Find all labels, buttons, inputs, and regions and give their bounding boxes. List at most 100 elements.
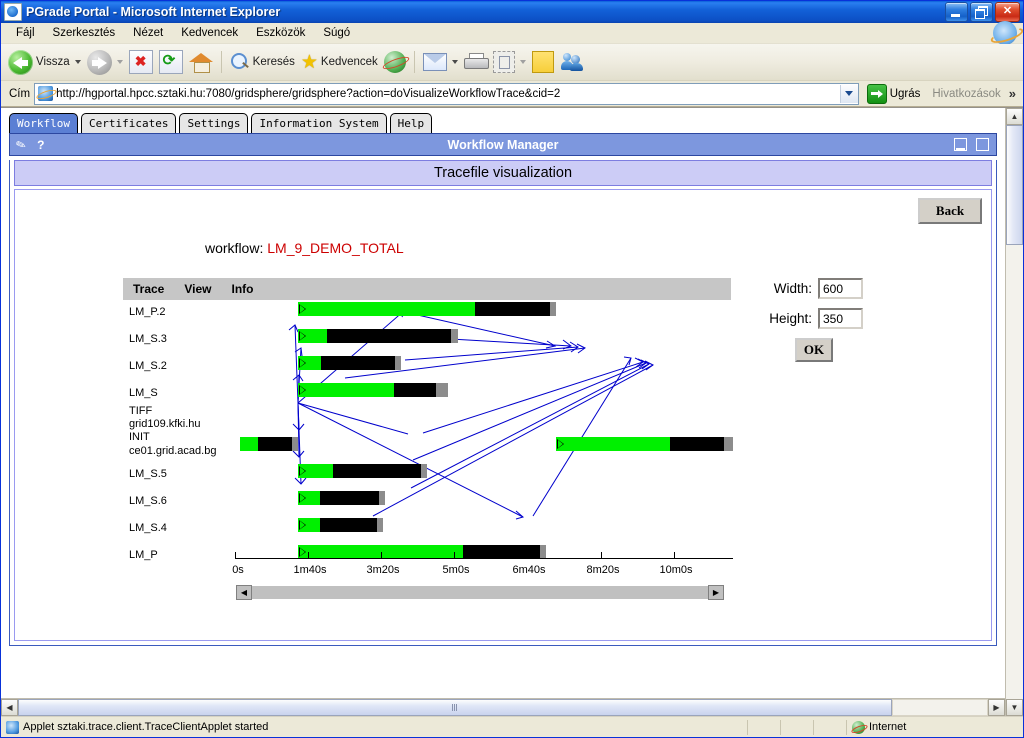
search-icon bbox=[230, 52, 250, 72]
page-vertical-scrollbar[interactable]: ▲ ▼ bbox=[1005, 108, 1023, 716]
page-horizontal-scrollbar[interactable]: ◀ ▶ bbox=[1, 698, 1005, 716]
refresh-button[interactable]: ⟳ bbox=[156, 47, 186, 77]
task-bar-lm-s-3[interactable] bbox=[298, 329, 458, 343]
applet-menu-view[interactable]: View bbox=[174, 282, 221, 296]
back-icon bbox=[8, 49, 33, 75]
task-bar-lm-s-6[interactable] bbox=[298, 491, 385, 505]
page-hscroll-thumb[interactable] bbox=[18, 699, 892, 716]
menu-item-tools[interactable]: Eszközök bbox=[247, 25, 314, 41]
window-controls: ✕ bbox=[945, 2, 1020, 22]
restore-button[interactable] bbox=[970, 2, 993, 22]
history-icon bbox=[383, 51, 406, 73]
applet-horizontal-scrollbar[interactable]: ◀ ▶ bbox=[235, 585, 725, 600]
axis-label-5: 8m20s bbox=[586, 564, 620, 576]
home-icon bbox=[188, 51, 213, 73]
ok-button[interactable]: OK bbox=[795, 338, 833, 362]
favorites-button[interactable]: ★ Kedvencek bbox=[298, 47, 381, 77]
resize-grip-icon[interactable] bbox=[1007, 720, 1023, 734]
page-icon bbox=[38, 86, 54, 101]
axis-label-0: 0s bbox=[232, 564, 244, 576]
menu-item-view[interactable]: Nézet bbox=[124, 25, 172, 41]
address-dropdown-button[interactable] bbox=[839, 84, 858, 103]
notes-button[interactable] bbox=[529, 47, 557, 77]
mail-button[interactable] bbox=[420, 47, 461, 77]
page-scroll-left-button[interactable]: ◀ bbox=[1, 699, 18, 716]
tab-settings[interactable]: Settings bbox=[179, 113, 249, 133]
portlet-header: ✎ ? Workflow Manager bbox=[9, 133, 997, 156]
row-label-init-host: ce01.grid.acad.bg bbox=[129, 445, 217, 457]
applet-menu-info[interactable]: Info bbox=[222, 282, 264, 296]
scroll-left-button[interactable]: ◀ bbox=[236, 585, 252, 600]
task-bar-lm-p[interactable] bbox=[298, 545, 546, 559]
history-button[interactable] bbox=[381, 47, 409, 77]
task-bar-lm-s-2[interactable] bbox=[298, 356, 401, 370]
ie-logo-icon bbox=[993, 21, 1017, 45]
task-bar-lm-s[interactable] bbox=[298, 383, 448, 397]
minimize-button[interactable] bbox=[945, 2, 968, 22]
task-bar-lm-p-2[interactable] bbox=[298, 302, 556, 316]
menu-item-file[interactable]: Fájl bbox=[7, 25, 44, 41]
gantt-chart: LM_P.2 LM_S.3 LM_S.2 LM_S TIFF grid109.k… bbox=[123, 300, 733, 623]
print-button[interactable] bbox=[461, 47, 490, 77]
trace-applet: Trace View Info LM_P.2 LM_S.3 LM_S.2 LM_… bbox=[123, 278, 733, 623]
address-input[interactable]: http://hgportal.hpcc.sztaki.hu:7080/grid… bbox=[34, 82, 859, 105]
forward-button[interactable] bbox=[84, 47, 126, 77]
messenger-button[interactable] bbox=[557, 47, 587, 77]
edit-button[interactable] bbox=[490, 47, 529, 77]
task-bar-lm-s-4[interactable] bbox=[298, 518, 383, 532]
width-input[interactable]: 600 bbox=[818, 278, 863, 299]
portlet-minimize-icon[interactable] bbox=[954, 138, 967, 151]
chevron-down-icon-mail[interactable] bbox=[451, 60, 458, 64]
axis-tick-3 bbox=[454, 552, 455, 559]
back-button[interactable]: Vissza bbox=[5, 47, 84, 77]
applet-menu-trace[interactable]: Trace bbox=[123, 282, 174, 296]
chevron-down-icon-forward[interactable] bbox=[116, 60, 123, 64]
go-arrow-icon bbox=[866, 83, 887, 104]
toolbar-divider bbox=[220, 51, 222, 73]
menu-item-help[interactable]: Súgó bbox=[314, 25, 359, 41]
menu-item-favorites[interactable]: Kedvencek bbox=[172, 25, 247, 41]
page-hscroll-track[interactable] bbox=[892, 699, 988, 716]
page-scroll-up-button[interactable]: ▲ bbox=[1006, 108, 1023, 125]
go-button[interactable]: Ugrás bbox=[863, 83, 925, 104]
portlet-window-buttons bbox=[954, 138, 989, 151]
stop-button[interactable]: ✖ bbox=[126, 47, 156, 77]
row-label-lm-s-3: LM_S.3 bbox=[129, 333, 167, 345]
axis-label-6: 10m0s bbox=[659, 564, 693, 576]
task-bar-lm-s-5[interactable] bbox=[298, 464, 427, 478]
height-input[interactable]: 350 bbox=[818, 308, 863, 329]
back-button-portal[interactable]: Back bbox=[918, 198, 982, 224]
stop-icon: ✖ bbox=[128, 50, 153, 74]
tab-information-system[interactable]: Information System bbox=[251, 113, 387, 133]
portlet-maximize-icon[interactable] bbox=[976, 138, 989, 151]
page-vscroll-track[interactable] bbox=[1006, 245, 1023, 699]
tab-workflow[interactable]: Workflow bbox=[9, 113, 78, 133]
menu-bar: Fájl Szerkesztés Nézet Kedvencek Eszközö… bbox=[1, 21, 1023, 45]
links-label[interactable]: Hivatkozások bbox=[928, 88, 1004, 100]
home-button[interactable] bbox=[186, 47, 216, 77]
toolbar-overflow-chevron-icon[interactable]: » bbox=[1009, 86, 1020, 101]
page-vscroll-thumb[interactable] bbox=[1006, 125, 1023, 245]
scroll-right-button[interactable]: ▶ bbox=[708, 585, 724, 600]
axis-tick-4 bbox=[527, 552, 528, 559]
tab-certificates[interactable]: Certificates bbox=[80, 113, 177, 133]
tab-help[interactable]: Help bbox=[389, 113, 433, 133]
forward-icon bbox=[86, 49, 112, 75]
search-button[interactable]: Keresés bbox=[227, 47, 298, 77]
page-scroll-down-button[interactable]: ▼ bbox=[1006, 699, 1023, 716]
chevron-down-icon-edit[interactable] bbox=[519, 60, 526, 64]
search-button-label: Keresés bbox=[252, 56, 295, 68]
window-title: PGrade Portal - Microsoft Internet Explo… bbox=[26, 5, 281, 19]
favorites-star-icon: ★ bbox=[300, 51, 318, 73]
task-bar-init[interactable] bbox=[240, 437, 298, 451]
width-label: Width: bbox=[773, 281, 812, 296]
axis-tick-1 bbox=[308, 552, 309, 559]
row-label-lm-s: LM_S bbox=[129, 387, 158, 399]
portal-tab-bar: Workflow Certificates Settings Informati… bbox=[9, 113, 433, 133]
task-bar-tiff[interactable] bbox=[556, 437, 733, 451]
page-scroll-right-button[interactable]: ▶ bbox=[988, 699, 1005, 716]
applet-menu-bar: Trace View Info bbox=[123, 278, 731, 300]
menu-item-edit[interactable]: Szerkesztés bbox=[44, 25, 125, 41]
chevron-down-icon[interactable] bbox=[74, 60, 81, 64]
close-button[interactable]: ✕ bbox=[995, 2, 1020, 22]
